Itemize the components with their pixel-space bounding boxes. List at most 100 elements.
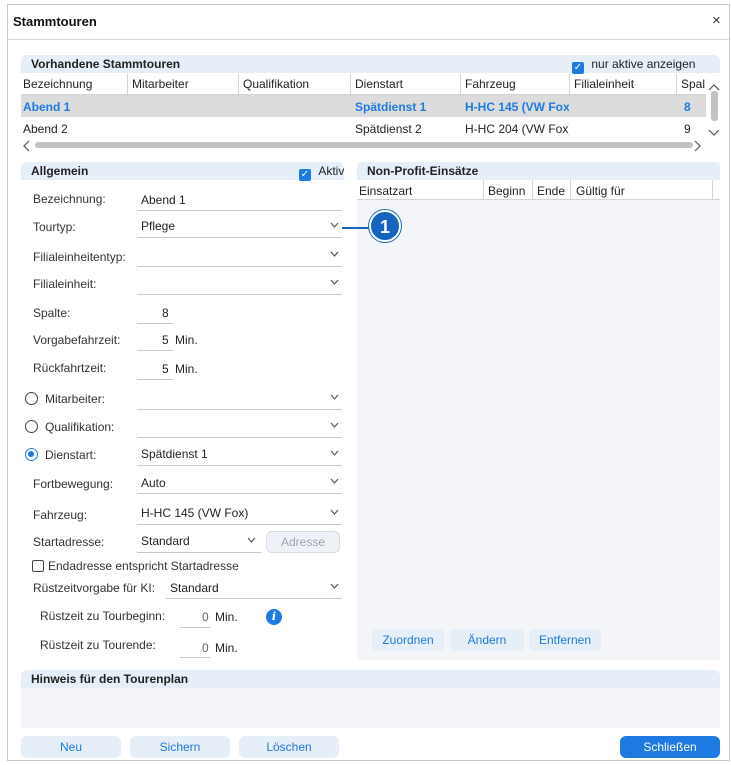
fahrzeug-select[interactable]: H-HC 145 (VW Fox) xyxy=(141,506,248,520)
field-underline xyxy=(137,552,261,553)
cell-spalte[interactable]: 8 xyxy=(684,100,691,114)
active-toggle[interactable]: ✓ Aktiv xyxy=(299,162,344,181)
close-button[interactable]: Schließen xyxy=(620,736,720,758)
qualifikation-radio[interactable] xyxy=(25,420,38,433)
col-divider xyxy=(712,180,713,200)
ruestzeit-beginn-label: Rüstzeit zu Tourbeginn: xyxy=(40,609,166,623)
col-header-qualifikation[interactable]: Qualifikation xyxy=(243,77,309,91)
ruestzeit-ende-input[interactable]: 0 xyxy=(202,641,209,655)
assign-button[interactable]: Zuordnen xyxy=(372,629,444,651)
col-header-dienstart[interactable]: Dienstart xyxy=(355,77,403,91)
cell-dienstart[interactable]: Spätdienst 2 xyxy=(355,122,422,136)
bezeichnung-label: Bezeichnung: xyxy=(33,192,106,206)
rueckfahrzeit-input[interactable]: 5 xyxy=(162,362,169,376)
chevron-down-icon[interactable] xyxy=(330,478,339,486)
field-underline xyxy=(137,465,342,466)
change-button[interactable]: Ändern xyxy=(450,629,524,651)
close-icon[interactable]: × xyxy=(712,12,721,29)
cell-fahrzeug[interactable]: H-HC 204 (VW Fox) xyxy=(465,122,569,136)
chevron-down-icon[interactable] xyxy=(330,394,339,402)
info-icon[interactable]: i xyxy=(266,609,282,625)
hint-textarea[interactable] xyxy=(21,688,720,728)
checkbox-checked-icon[interactable]: ✓ xyxy=(572,62,584,74)
chevron-down-icon[interactable] xyxy=(247,537,256,545)
ruestzeit-ende-label: Rüstzeit zu Tourende: xyxy=(40,638,156,652)
col-divider xyxy=(483,180,484,200)
field-underline xyxy=(180,657,210,658)
hint-title: Hinweis für den Tourenplan xyxy=(31,672,189,686)
scroll-down-icon[interactable] xyxy=(708,126,720,140)
tourtyp-label: Tourtyp: xyxy=(33,220,76,234)
col-header-einsatzart[interactable]: Einsatzart xyxy=(359,184,412,198)
bezeichnung-input[interactable]: Abend 1 xyxy=(141,193,186,207)
endadresse-checkbox[interactable] xyxy=(32,560,44,572)
vertical-scrollbar-thumb[interactable] xyxy=(711,91,718,121)
ruestzeitvorgabe-select[interactable]: Standard xyxy=(170,581,219,595)
chevron-down-icon[interactable] xyxy=(330,422,339,430)
delete-button[interactable]: Löschen xyxy=(239,736,339,758)
col-header-gueltig[interactable]: Gültig für xyxy=(576,184,625,198)
col-header-fahrzeug[interactable]: Fahrzeug xyxy=(465,77,516,91)
new-button[interactable]: Neu xyxy=(21,736,121,758)
chevron-down-icon[interactable] xyxy=(330,583,339,591)
chevron-down-icon[interactable] xyxy=(330,450,339,458)
col-header-spalte[interactable]: Spal xyxy=(681,77,707,91)
field-underline xyxy=(137,210,342,211)
cell-fahrzeug[interactable]: H-HC 145 (VW Fox xyxy=(465,100,569,114)
nonprofit-header: Non-Profit-Einsätze xyxy=(357,162,720,180)
chevron-down-icon[interactable] xyxy=(330,279,339,287)
nonprofit-panel xyxy=(357,162,720,660)
col-header-filialeinheit[interactable]: Filialeinheit xyxy=(574,77,634,91)
vorgabefahrzeit-input[interactable]: 5 xyxy=(162,333,169,347)
mitarbeiter-radio[interactable] xyxy=(25,392,38,405)
general-header: Allgemein xyxy=(21,162,344,180)
cell-spalte[interactable]: 9 xyxy=(684,122,691,136)
chevron-down-icon[interactable] xyxy=(330,222,339,230)
address-button[interactable]: Adresse xyxy=(266,531,340,553)
col-divider xyxy=(569,74,570,94)
header-divider xyxy=(357,199,720,200)
endadresse-label: Endadresse entspricht Startadresse xyxy=(48,559,239,573)
cell-bezeichnung[interactable]: Abend 1 xyxy=(23,100,70,114)
field-underline xyxy=(137,266,342,267)
remove-button[interactable]: Entfernen xyxy=(529,629,601,651)
field-underline xyxy=(137,493,342,494)
horizontal-scrollbar-thumb[interactable] xyxy=(35,142,693,148)
tourtyp-select[interactable]: Pflege xyxy=(141,219,175,233)
cell-dienstart[interactable]: Spätdienst 1 xyxy=(355,100,426,114)
cell-bezeichnung[interactable]: Abend 2 xyxy=(23,122,68,136)
spalte-label: Spalte: xyxy=(33,306,71,320)
col-header-ende[interactable]: Ende xyxy=(537,184,565,198)
col-divider xyxy=(570,180,571,200)
chevron-down-icon[interactable] xyxy=(330,509,339,517)
startadresse-label: Startadresse: xyxy=(33,535,105,549)
col-header-mitarbeiter[interactable]: Mitarbeiter xyxy=(132,77,189,91)
existing-tours-title: Vorhandene Stammtouren xyxy=(31,57,181,71)
spalte-input[interactable]: 8 xyxy=(162,306,169,320)
col-divider xyxy=(238,74,239,94)
scroll-right-icon[interactable] xyxy=(694,140,702,155)
col-divider xyxy=(532,180,533,200)
dienstart-radio[interactable] xyxy=(25,448,38,461)
field-underline xyxy=(180,627,210,628)
vorgabefahrzeit-label: Vorgabefahrzeit: xyxy=(33,333,121,347)
dienstart-select[interactable]: Spätdienst 1 xyxy=(141,447,208,461)
col-header-bezeichnung[interactable]: Bezeichnung xyxy=(23,77,92,91)
field-underline xyxy=(137,237,342,238)
field-underline xyxy=(137,350,173,351)
checkbox-checked-icon[interactable]: ✓ xyxy=(299,169,311,181)
field-underline xyxy=(137,524,342,525)
active-label: Aktiv xyxy=(318,164,345,178)
field-underline xyxy=(137,409,342,410)
col-header-beginn[interactable]: Beginn xyxy=(488,184,525,198)
fortbewegung-select[interactable]: Auto xyxy=(141,476,166,490)
startadresse-select[interactable]: Standard xyxy=(141,534,190,548)
fahrzeug-label: Fahrzeug: xyxy=(33,508,88,522)
mitarbeiter-label: Mitarbeiter: xyxy=(45,392,106,406)
chevron-down-icon[interactable] xyxy=(330,251,339,259)
ruestzeit-beginn-input[interactable]: 0 xyxy=(202,610,209,624)
horizontal-scrollbar[interactable] xyxy=(21,139,706,150)
only-active-toggle[interactable]: ✓ nur aktive anzeigen xyxy=(572,55,695,74)
save-button[interactable]: Sichern xyxy=(130,736,230,758)
window-title: Stammtouren xyxy=(13,14,97,29)
